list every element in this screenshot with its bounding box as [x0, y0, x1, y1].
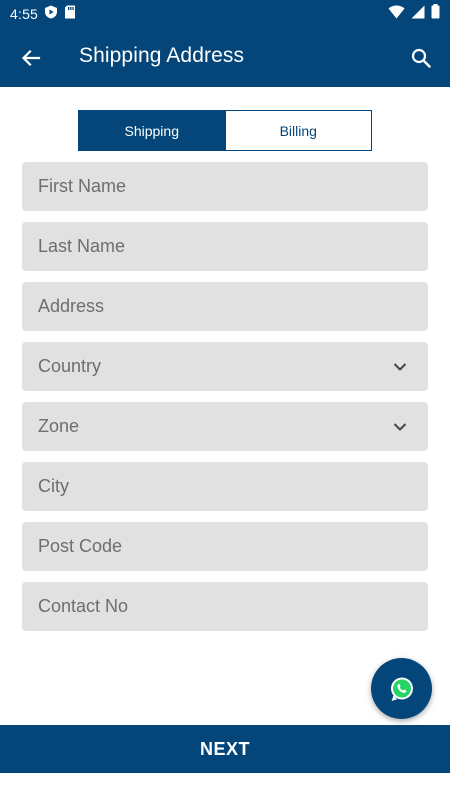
system-nav-area — [0, 773, 450, 800]
wifi-icon — [388, 5, 405, 24]
zone-placeholder: Zone — [38, 416, 80, 436]
status-right — [388, 4, 440, 24]
whatsapp-button[interactable] — [371, 658, 432, 719]
post-code-placeholder: Post Code — [38, 536, 123, 556]
city-placeholder: City — [38, 476, 69, 496]
page-title: Shipping Address — [79, 44, 245, 67]
first-name-placeholder: First Name — [38, 176, 127, 196]
contact-no-field[interactable]: Contact No — [22, 582, 428, 631]
address-field[interactable]: Address — [22, 282, 428, 331]
country-placeholder: Country — [38, 356, 102, 376]
last-name-placeholder: Last Name — [38, 236, 126, 256]
chevron-down-icon — [393, 363, 407, 371]
shipping-address-screen: 4:55 Shipping Address Shipping Billing F… — [0, 0, 450, 800]
post-code-field[interactable]: Post Code — [22, 522, 428, 571]
status-left: 4:55 — [10, 5, 76, 24]
search-button[interactable] — [404, 41, 438, 75]
tab-billing[interactable]: Billing — [224, 111, 371, 150]
battery-icon — [431, 4, 440, 24]
play-protect-icon — [44, 5, 58, 24]
last-name-field[interactable]: Last Name — [22, 222, 428, 271]
whatsapp-icon — [390, 677, 413, 701]
address-type-tabs: Shipping Billing — [78, 110, 372, 151]
next-button[interactable]: NEXT — [0, 725, 450, 773]
search-icon — [411, 48, 431, 68]
country-dropdown[interactable]: Country — [22, 342, 428, 391]
arrow-back-icon — [21, 49, 41, 67]
zone-dropdown[interactable]: Zone — [22, 402, 428, 451]
city-field[interactable]: City — [22, 462, 428, 511]
contact-no-placeholder: Contact No — [38, 596, 129, 616]
back-button[interactable] — [14, 41, 48, 75]
tab-shipping[interactable]: Shipping — [79, 111, 225, 150]
status-time: 4:55 — [10, 6, 39, 22]
signal-icon — [411, 5, 425, 24]
first-name-field[interactable]: First Name — [22, 162, 428, 211]
address-placeholder: Address — [38, 296, 105, 316]
sd-card-icon — [64, 5, 76, 24]
chevron-down-icon — [393, 423, 407, 431]
app-bar: Shipping Address — [0, 28, 450, 87]
status-bar: 4:55 — [0, 0, 450, 28]
